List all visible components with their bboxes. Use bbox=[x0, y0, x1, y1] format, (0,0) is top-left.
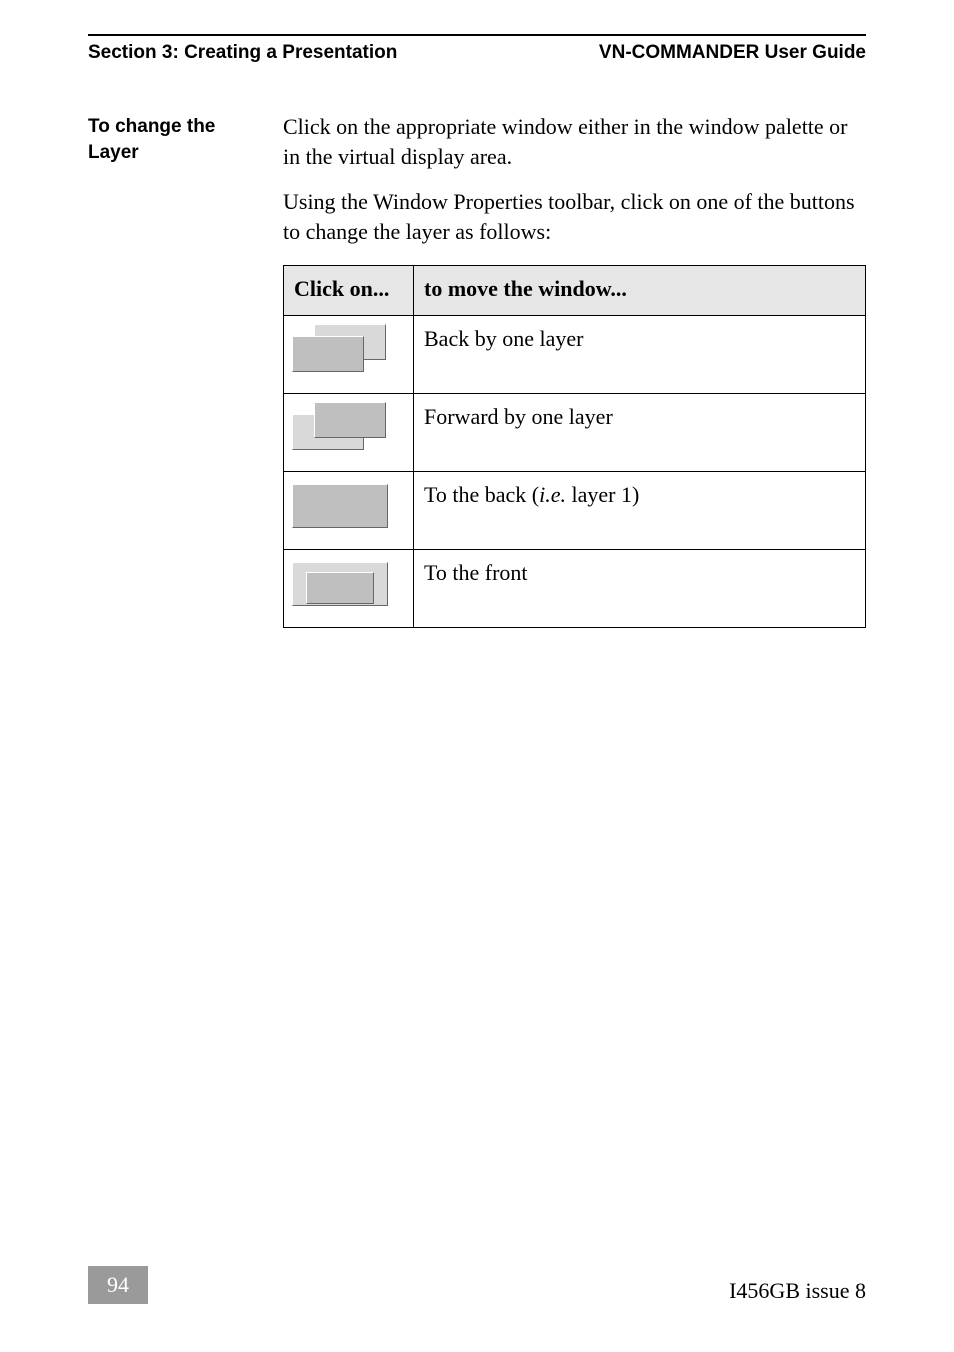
side-heading: To change the Layer bbox=[88, 112, 283, 628]
body: To change the Layer Click on the appropr… bbox=[88, 112, 866, 628]
section-title: Section 3: Creating a Presentation bbox=[88, 42, 397, 64]
paragraph-1: Click on the appropriate window either i… bbox=[283, 112, 866, 173]
icon-cell bbox=[284, 393, 414, 471]
table-header-clickon: Click on... bbox=[284, 266, 414, 315]
row-desc-pre: To the back ( bbox=[424, 482, 539, 507]
page-number: 94 bbox=[88, 1266, 148, 1304]
paragraph-2: Using the Window Properties toolbar, cli… bbox=[283, 187, 866, 248]
row-desc: Forward by one layer bbox=[414, 393, 866, 471]
row-desc: To the back (i.e. layer 1) bbox=[414, 471, 866, 549]
layer-buttons-table: Click on... to move the window... B bbox=[283, 265, 866, 627]
table-row: Forward by one layer bbox=[284, 393, 866, 471]
main-column: Click on the appropriate window either i… bbox=[283, 112, 866, 628]
table-header-move: to move the window... bbox=[414, 266, 866, 315]
back-one-layer-icon bbox=[292, 324, 392, 376]
table-row: To the front bbox=[284, 549, 866, 627]
page: Section 3: Creating a Presentation VN-CO… bbox=[0, 0, 954, 1352]
icon-cell bbox=[284, 471, 414, 549]
table-row: To the back (i.e. layer 1) bbox=[284, 471, 866, 549]
icon-cell bbox=[284, 315, 414, 393]
row-desc: Back by one layer bbox=[414, 315, 866, 393]
row-desc-post: layer 1) bbox=[566, 482, 639, 507]
row-desc: To the front bbox=[414, 549, 866, 627]
doc-id: I456GB issue 8 bbox=[729, 1278, 866, 1304]
header-rule bbox=[88, 34, 866, 36]
running-header: Section 3: Creating a Presentation VN-CO… bbox=[88, 42, 866, 64]
forward-one-layer-icon bbox=[292, 402, 392, 454]
send-to-back-icon bbox=[292, 480, 392, 532]
bring-to-front-icon bbox=[292, 558, 392, 610]
table-row: Back by one layer bbox=[284, 315, 866, 393]
footer: 94 I456GB issue 8 bbox=[88, 1266, 866, 1304]
icon-cell bbox=[284, 549, 414, 627]
row-desc-ie: i.e. bbox=[539, 482, 566, 507]
guide-title: VN-COMMANDER User Guide bbox=[599, 42, 866, 64]
